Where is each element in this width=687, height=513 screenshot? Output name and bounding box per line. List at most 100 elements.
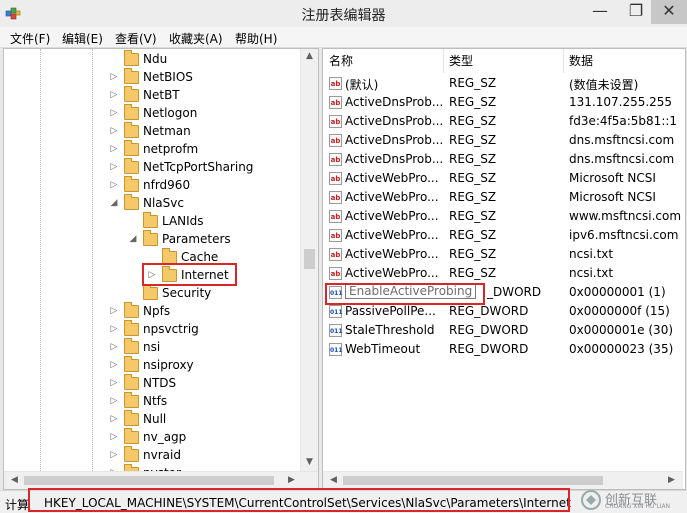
tree-node-npsvctrig[interactable]: ▷ npsvctrig (4, 320, 300, 339)
expand-arrow-icon[interactable]: ▷ (109, 306, 119, 316)
tree-node-nettcpportsharing[interactable]: ▷ NetTcpPortSharing (4, 158, 300, 177)
restore-button[interactable]: ❐ (619, 0, 653, 24)
folder-icon (124, 428, 139, 444)
value-row[interactable]: ab ActiveDnsProb... REG_SZ dns.msftncsi.com (323, 131, 683, 150)
scroll-up-icon[interactable]: ▲ (301, 51, 318, 61)
tree-node-netlogon[interactable]: ▷ Netlogon (4, 104, 300, 123)
expand-arrow-icon[interactable]: ▷ (109, 72, 119, 82)
expand-arrow-icon[interactable]: ▷ (109, 342, 119, 352)
folder-icon (124, 176, 139, 192)
collapse-arrow-icon[interactable]: ◢ (109, 198, 119, 208)
expand-arrow-icon[interactable]: ▷ (109, 162, 119, 172)
value-row[interactable]: 011 WebTimeout REG_DWORD 0x00000023 (35) (323, 340, 683, 359)
tree-vertical-scrollbar[interactable]: ▲ ▼ (300, 49, 318, 471)
menu-view[interactable]: 查看(V) (115, 30, 157, 47)
scroll-left-icon[interactable]: ◀ (6, 475, 23, 485)
tree-node-nlasvc[interactable]: ◢ NlaSvc (4, 194, 300, 213)
value-row[interactable]: 011 StaleThreshold REG_DWORD 0x0000001e (30… (323, 321, 683, 340)
tree-node-null[interactable]: ▷ Null (4, 410, 300, 429)
tree-node-netprofm[interactable]: ▷ netprofm (4, 140, 300, 159)
tree-node-label: npsvctrig (143, 322, 199, 336)
tree-node-ntds[interactable]: ▷ NTDS (4, 374, 300, 393)
folder-icon (143, 230, 158, 246)
tree-node-ndu[interactable]: Ndu (4, 50, 300, 69)
value-row[interactable]: ab ActiveWebPro... REG_SZ ncsi.txt (323, 245, 683, 264)
value-row[interactable]: ab ActiveWebPro... REG_SZ ncsi.txt (323, 264, 683, 283)
column-data-header[interactable]: 数据 (569, 49, 593, 73)
value-row[interactable]: ab ActiveDnsProb... REG_SZ dns.msftncsi.com (323, 150, 683, 169)
expand-arrow-icon[interactable]: ▷ (109, 90, 119, 100)
value-name: ActiveWebPro... (345, 266, 439, 280)
value-row[interactable]: ab ActiveDnsProb... REG_SZ fd3e:4f5a:5b81::… (323, 112, 683, 131)
expand-arrow-icon[interactable]: ▷ (109, 108, 119, 118)
value-row[interactable]: ab ActiveWebPro... REG_SZ Microsoft NCSI (323, 169, 683, 188)
tree-node-nfrd960[interactable]: ▷ nfrd960 (4, 176, 300, 195)
tree-node-netbt[interactable]: ▷ NetBT (4, 86, 300, 105)
scroll-thumb-horizontal[interactable] (24, 476, 274, 485)
expand-arrow-icon[interactable]: ▷ (109, 324, 119, 334)
collapse-arrow-icon[interactable]: ◢ (128, 234, 138, 244)
scroll-thumb-horizontal[interactable] (343, 476, 603, 485)
expand-arrow-icon[interactable]: ▷ (109, 378, 119, 388)
value-row[interactable]: ab ActiveDnsProb... REG_SZ 131.107.255.255 (323, 93, 683, 112)
tree-node-label: Cache (181, 250, 219, 264)
menu-edit[interactable]: 编辑(E) (62, 30, 103, 47)
value-row[interactable]: ab ActiveWebPro... REG_SZ www.msftncsi.com (323, 207, 683, 226)
menu-favorites[interactable]: 收藏夹(A) (169, 30, 223, 47)
tree-node-nsi[interactable]: ▷ nsi (4, 338, 300, 357)
value-name: StaleThreshold (345, 323, 435, 337)
scroll-down-icon[interactable]: ▼ (301, 457, 318, 467)
scroll-left-icon[interactable]: ◀ (325, 475, 342, 485)
expand-arrow-icon[interactable]: ▷ (109, 450, 119, 460)
value-name: WebTimeout (345, 342, 421, 356)
menu-file[interactable]: 文件(F) (10, 30, 50, 47)
column-divider[interactable] (443, 49, 444, 73)
value-row[interactable]: ab (默认) REG_SZ (数值未设置) (323, 74, 683, 93)
tree-node-label: netprofm (143, 142, 199, 156)
tree-node-nvraid[interactable]: ▷ nvraid (4, 446, 300, 465)
folder-icon (143, 284, 158, 300)
string-value-icon: ab (329, 153, 342, 166)
tree-node-label: Netman (143, 124, 191, 138)
tree-node-label: Netlogon (143, 106, 198, 120)
scroll-thumb[interactable] (304, 249, 315, 269)
tree-node-netman[interactable]: ▷ Netman (4, 122, 300, 141)
minimize-button[interactable]: — (583, 0, 617, 24)
column-type-header[interactable]: 类型 (449, 49, 473, 73)
tree-node-parameters[interactable]: ◢ Parameters (4, 230, 300, 249)
menu-help[interactable]: 帮助(H) (235, 30, 277, 47)
tree-node-nv-agp[interactable]: ▷ nv_agp (4, 428, 300, 447)
values-horizontal-scrollbar[interactable]: ◀ ▶ (323, 471, 683, 489)
close-button[interactable]: ✕ (651, 0, 687, 24)
expand-arrow-icon[interactable]: ▷ (109, 360, 119, 370)
scroll-right-icon[interactable]: ▶ (663, 475, 680, 485)
title-bar: 注册表编辑器 — ❐ ✕ (0, 0, 687, 27)
value-row[interactable]: ab ActiveWebPro... REG_SZ ipv6.msftncsi.com (323, 226, 683, 245)
expand-arrow-icon[interactable]: ▷ (109, 126, 119, 136)
folder-icon (124, 320, 139, 336)
tree-node-netbios[interactable]: ▷ NetBIOS (4, 68, 300, 87)
expand-arrow-icon[interactable]: ▷ (109, 396, 119, 406)
scroll-right-icon[interactable]: ▶ (283, 475, 300, 485)
expand-arrow-icon[interactable]: ▷ (109, 432, 119, 442)
tree-node-ntfs[interactable]: ▷ Ntfs (4, 392, 300, 411)
value-type: REG_SZ (449, 190, 497, 204)
tree-node-label: NetBT (143, 88, 180, 102)
value-data: ipv6.msftncsi.com (569, 228, 679, 242)
tree-node-lanids[interactable]: LANIds (4, 212, 300, 231)
expand-arrow-icon[interactable]: ▷ (109, 180, 119, 190)
value-type: REG_SZ (449, 133, 497, 147)
tree-node-security[interactable]: Security (4, 284, 300, 303)
folder-icon (124, 140, 139, 156)
tree-horizontal-scrollbar[interactable]: ◀ ▶ (4, 471, 318, 489)
expand-arrow-icon[interactable]: ▷ (109, 144, 119, 154)
expand-arrow-icon[interactable]: ▷ (109, 414, 119, 424)
tree-node-nsiproxy[interactable]: ▷ nsiproxy (4, 356, 300, 375)
column-divider[interactable] (563, 49, 564, 73)
folder-icon (124, 86, 139, 102)
column-name-header[interactable]: 名称 (329, 49, 353, 73)
value-row[interactable]: ab ActiveWebPro... REG_SZ Microsoft NCSI (323, 188, 683, 207)
binary-value-icon: 011 (329, 305, 343, 318)
menu-bar: 文件(F) 编辑(E) 查看(V) 收藏夹(A) 帮助(H) (0, 27, 687, 48)
tree-node-npfs[interactable]: ▷ Npfs (4, 302, 300, 321)
